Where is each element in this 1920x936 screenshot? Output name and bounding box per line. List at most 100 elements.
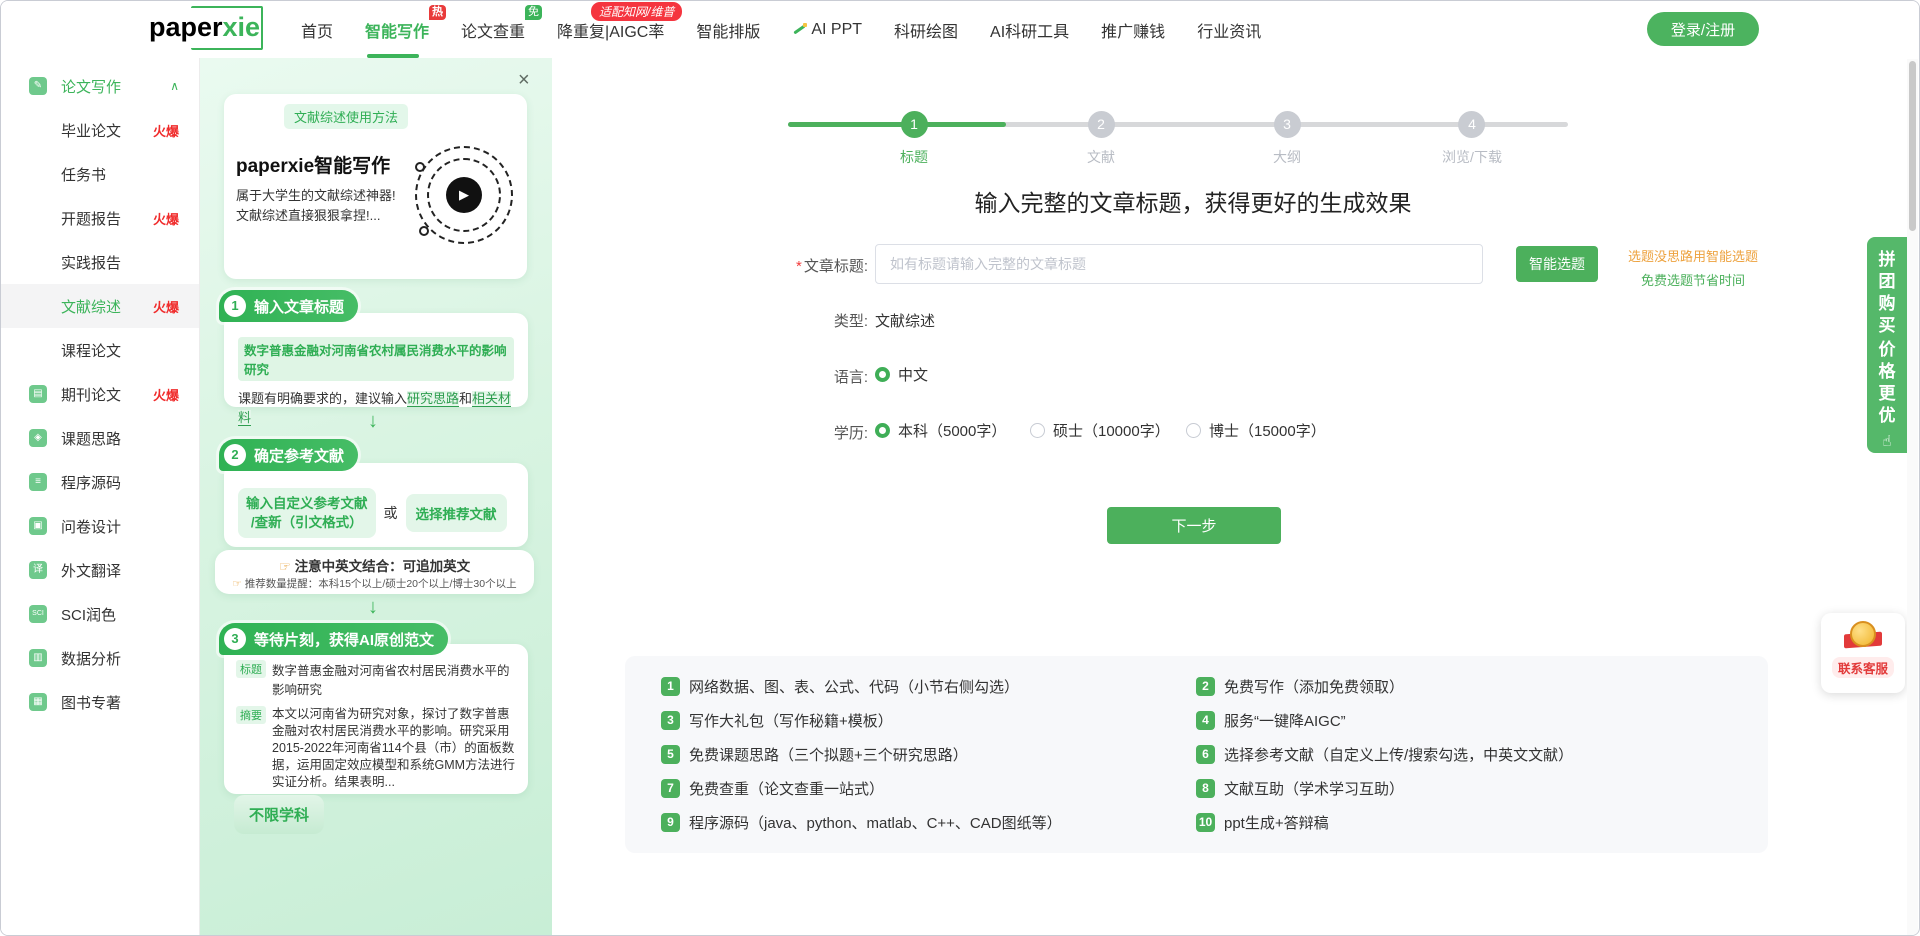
sidebar-item-topic-ideas[interactable]: ◈ 课题思路	[1, 416, 199, 460]
login-register-button[interactable]: 登录/注册	[1647, 12, 1759, 46]
feature-text: 网络数据、图、表、公式、代码（小节右侧勾选）	[689, 679, 1020, 696]
brand-logo[interactable]: paperxie	[149, 6, 263, 50]
journal-icon: ▤	[29, 385, 47, 403]
radio-label: 硕士（10000字）	[1053, 423, 1170, 440]
all-subjects-tag[interactable]: 不限学科	[234, 795, 325, 834]
sidebar-item-label: 课程论文	[61, 342, 122, 360]
radio-selected-icon[interactable]	[875, 367, 890, 382]
next-step-button[interactable]: 下一步	[1107, 507, 1281, 544]
group-buy-banner[interactable]: 拼团购买 价格更优 ☝	[1867, 237, 1907, 453]
sidebar-item-task-book[interactable]: 任务书	[1, 152, 199, 196]
sidebar-item-course-paper[interactable]: 课程论文	[1, 328, 199, 372]
sidebar-item-sci-polish[interactable]: SCI SCI润色	[1, 592, 199, 636]
radio-icon[interactable]	[1030, 423, 1045, 438]
qr-dot	[419, 226, 429, 236]
smart-topic-button[interactable]: 智能选题	[1516, 246, 1598, 282]
sidebar-item-book-monograph[interactable]: ▦ 图书专著	[1, 680, 199, 724]
usage-guide-panel: × 文献综述使用方法 paperxie智能写作 属于大学生的文献综述神器! 文献…	[200, 58, 552, 935]
feature-item: 6 选择参考文献（自定义上传/搜索勾选，中英文文献）	[1196, 744, 1768, 765]
degree-radio-bachelor[interactable]: 本科（5000字）	[875, 420, 1006, 441]
feature-number-badge: 5	[661, 745, 680, 764]
label-text: 文章标题:	[803, 258, 868, 275]
or-text: 或	[383, 504, 398, 521]
page-scrollbar[interactable]	[1907, 59, 1918, 935]
option-line: 输入自定义参考文献	[246, 495, 368, 511]
sidebar-item-source-code[interactable]: ≡ 程序源码	[1, 460, 199, 504]
step-title: 输入文章标题	[254, 298, 345, 316]
page-title: 输入完整的文章标题，获得更好的生成效果	[974, 190, 1412, 216]
guide-step3-pill: 3 等待片刻，获得AI原创范文	[219, 623, 449, 655]
sidebar-item-paper-writing[interactable]: ✎ 论文写作 ∧	[1, 64, 199, 108]
degree-radio-master[interactable]: 硕士（10000字）	[1030, 420, 1170, 441]
nav-item-home[interactable]: 首页	[301, 18, 333, 42]
nav-item-industry-news[interactable]: 行业资讯	[1197, 18, 1261, 42]
recommended-reference-option[interactable]: 选择推荐文献	[405, 493, 507, 532]
app-window: paperxie 首页 智能写作 热 论文查重 免 降重复|AIGC率 适配知网…	[0, 0, 1920, 936]
feature-number-badge: 3	[661, 711, 680, 730]
guide-badge: 文献综述使用方法	[284, 104, 409, 129]
nav-item-reduce-aigc[interactable]: 降重复|AIGC率 适配知网/维普	[557, 1, 683, 42]
sidebar-item-questionnaire[interactable]: ▣ 问卷设计	[1, 504, 199, 548]
type-value: 文献综述	[875, 313, 936, 330]
hot-label: 火爆	[152, 123, 179, 139]
guide-step1-card: 数字普惠金融对河南省农村属民消费水平的影响研究 课题有明确要求的，建议输入研究思…	[224, 313, 528, 426]
feature-item: 7 免费查重（论文查重一站式）	[661, 778, 1196, 799]
customer-service-label: 联系客服	[1831, 657, 1894, 678]
nav-item-plagiarism-check[interactable]: 论文查重 免	[461, 4, 543, 42]
nav-item-smart-typeset[interactable]: 智能排版	[696, 18, 760, 42]
sidebar-item-proposal-report[interactable]: 开题报告 火爆	[1, 196, 199, 240]
sidebar-item-label: 开题报告	[61, 210, 122, 228]
feature-text: ppt生成+答辩稿	[1224, 815, 1329, 832]
language-radio-chinese[interactable]: 中文	[875, 364, 928, 385]
step-label: 浏览/下载	[1442, 149, 1502, 165]
guide-step2-card: 输入自定义参考文献 /查新（引文格式） 或 选择推荐文献	[224, 463, 528, 547]
hint-free-topic[interactable]: 免费选题节省时间	[1608, 270, 1778, 289]
nav-item-ai-ppt[interactable]: AI PPT	[792, 21, 862, 39]
active-underline	[367, 53, 420, 58]
feature-item: 5 免费课题思路（三个拟题+三个研究思路）	[661, 744, 1196, 765]
radio-selected-icon[interactable]	[875, 423, 890, 438]
feature-text: 免费查重（论文查重一站式）	[689, 781, 885, 798]
logo-text-green: xie	[222, 12, 261, 42]
hot-label: 火爆	[152, 299, 179, 315]
nav-item-ai-research-tools[interactable]: AI科研工具	[990, 18, 1069, 42]
sidebar-item-label: 程序源码	[61, 474, 122, 492]
hint-smart-topic[interactable]: 选题没思路用智能选题	[1608, 246, 1778, 265]
degree-radio-doctor[interactable]: 博士（15000字）	[1186, 420, 1326, 441]
close-icon[interactable]: ×	[518, 70, 530, 90]
step-literature: 2 文献	[1087, 111, 1115, 167]
sidebar-item-label: SCI润色	[61, 606, 117, 624]
nav-item-smart-writing[interactable]: 智能写作 热	[365, 4, 447, 58]
sidebar-item-literature-review[interactable]: 文献综述 火爆	[1, 284, 199, 328]
group-buy-line2: 价格更优	[1878, 340, 1896, 425]
sidebar-item-foreign-translation[interactable]: 译 外文翻译	[1, 548, 199, 592]
step-label: 文献	[1087, 149, 1115, 165]
scrollbar-thumb[interactable]	[1909, 61, 1916, 231]
nav-item-research-drawing[interactable]: 科研绘图	[894, 18, 958, 42]
sidebar-item-graduation-thesis[interactable]: 毕业论文 火爆	[1, 108, 199, 152]
customer-service-float[interactable]: 联系客服	[1821, 613, 1905, 693]
article-title-input[interactable]	[875, 244, 1483, 284]
required-asterisk: *	[795, 258, 802, 275]
custom-reference-option[interactable]: 输入自定义参考文献 /查新（引文格式）	[238, 487, 376, 538]
sidebar-item-label: 图书专著	[61, 694, 122, 712]
feature-number-badge: 10	[1196, 813, 1215, 832]
feature-text: 免费写作（添加免费领取）	[1224, 679, 1405, 696]
radio-icon[interactable]	[1186, 423, 1201, 438]
sidebar-item-label: 毕业论文	[61, 122, 122, 140]
feature-text: 免费课题思路（三个拟题+三个研究思路）	[689, 747, 968, 764]
hot-label: 火爆	[152, 211, 179, 227]
nav-item-promote-earn[interactable]: 推广赚钱	[1101, 18, 1165, 42]
sidebar-item-label: 问卷设计	[61, 518, 122, 536]
feature-item: 1 网络数据、图、表、公式、代码（小节右侧勾选）	[661, 676, 1196, 697]
sidebar-item-journal-paper[interactable]: ▤ 期刊论文 火爆	[1, 372, 199, 416]
feature-number-badge: 2	[1196, 677, 1215, 696]
sidebar-item-practice-report[interactable]: 实践报告	[1, 240, 199, 284]
sidebar-item-label: 任务书	[61, 166, 107, 184]
douyin-qr-code[interactable]: ▶	[415, 146, 513, 244]
hot-label: 火爆	[152, 387, 179, 403]
sci-icon: SCI	[29, 605, 47, 623]
guide-step2-pill: 2 确定参考文献	[219, 439, 359, 471]
sidebar-item-data-analysis[interactable]: ▥ 数据分析	[1, 636, 199, 680]
books-icon: ▦	[29, 693, 47, 711]
